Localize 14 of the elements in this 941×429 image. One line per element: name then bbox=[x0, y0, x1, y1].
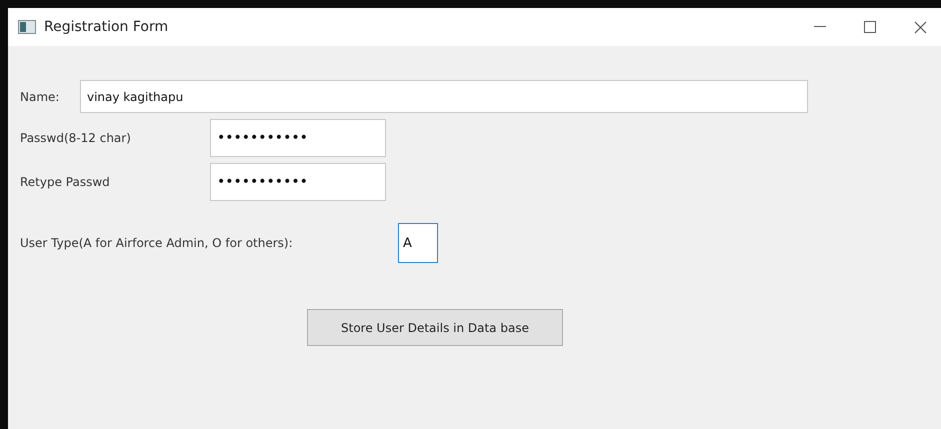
input-field[interactable]: ••••••••••• bbox=[210, 119, 386, 157]
close-icon[interactable] bbox=[914, 20, 927, 34]
field-label: User Type(A for Airforce Admin, O for others): bbox=[19, 236, 294, 250]
minimize-icon[interactable] bbox=[814, 26, 826, 28]
field-label: Name: bbox=[19, 90, 60, 104]
store-button[interactable]: Store User Details in Data base bbox=[307, 309, 563, 346]
window-title: Registration Form bbox=[44, 19, 168, 35]
input-field[interactable]: vinay kagithapu bbox=[80, 80, 808, 113]
input-field[interactable]: A bbox=[398, 223, 438, 263]
field-label: Passwd(8-12 char) bbox=[19, 131, 132, 145]
input-field[interactable]: ••••••••••• bbox=[210, 163, 386, 201]
maximize-icon[interactable] bbox=[864, 21, 876, 33]
app-icon bbox=[18, 20, 36, 34]
field-label: Retype Passwd bbox=[19, 175, 111, 189]
